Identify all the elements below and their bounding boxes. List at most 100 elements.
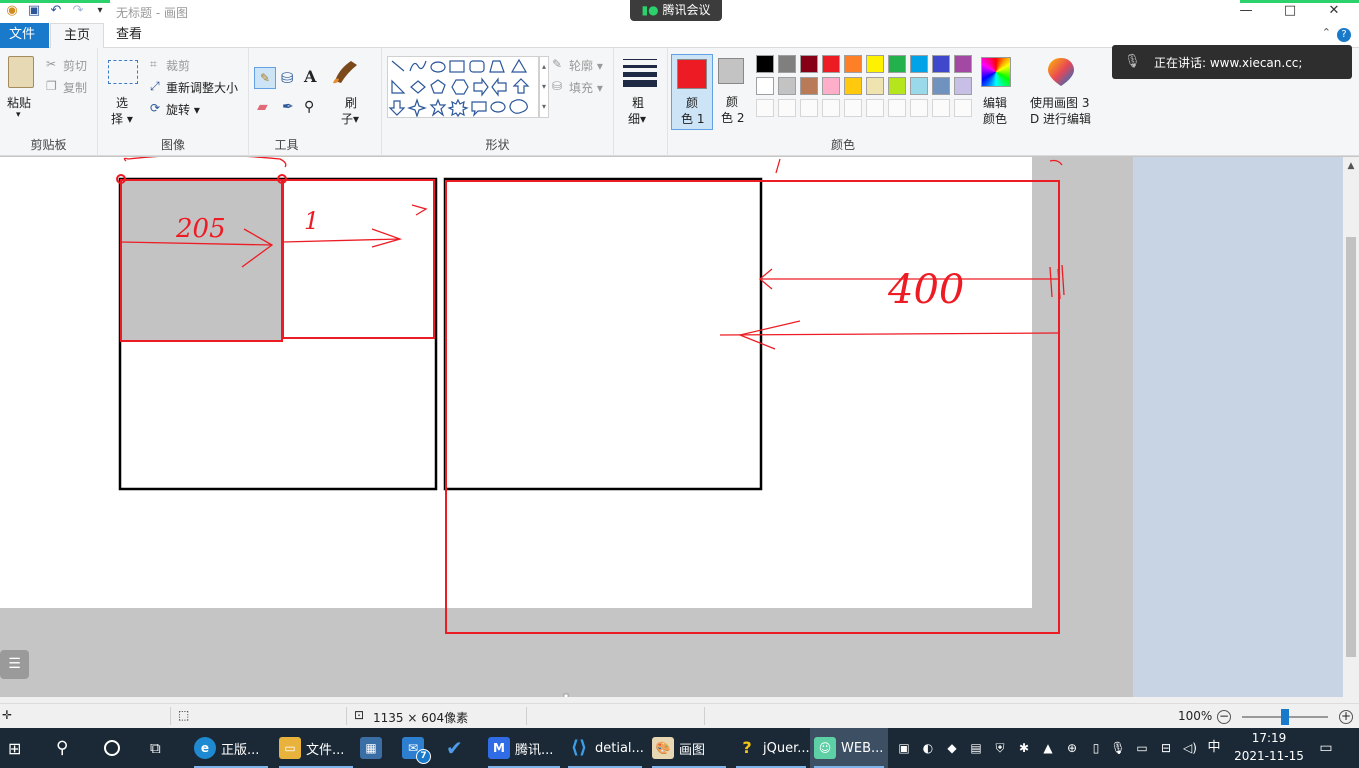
palette-custom-slot[interactable] xyxy=(910,99,928,117)
palette-custom-slot[interactable] xyxy=(866,99,884,117)
color2-label[interactable]: 颜 xyxy=(726,93,738,110)
palette-custom-slot[interactable] xyxy=(778,99,796,117)
edit-colors-icon[interactable] xyxy=(981,57,1011,87)
brushes-button[interactable]: 刷 xyxy=(345,94,357,111)
scroll-thumb[interactable] xyxy=(1346,237,1356,657)
palette-custom-slot[interactable] xyxy=(932,99,950,117)
tray-icon-6[interactable]: ✱ xyxy=(1016,740,1032,756)
palette-swatch[interactable] xyxy=(822,77,840,95)
close-button[interactable]: ✕ xyxy=(1311,0,1357,23)
tray-icon-4[interactable]: ▤ xyxy=(968,740,984,756)
taskbar-app-store[interactable]: ▦ xyxy=(360,728,382,768)
task-view-button[interactable]: ⧉ xyxy=(150,728,161,768)
color1-button[interactable]: 颜 色 1 xyxy=(671,54,713,130)
paste-icon[interactable] xyxy=(8,56,34,88)
tab-file[interactable]: 文件 xyxy=(0,23,49,48)
notification-icon[interactable]: ▭ xyxy=(1318,740,1334,756)
help-icon[interactable]: ? xyxy=(1337,28,1351,42)
minimize-button[interactable]: — xyxy=(1223,0,1269,23)
paint3d-icon[interactable] xyxy=(1046,56,1076,88)
select-button[interactable]: 选 xyxy=(116,94,128,111)
scroll-up-icon[interactable]: ▲ xyxy=(1343,161,1359,171)
zoom-out-button[interactable]: − xyxy=(1217,710,1231,724)
vertical-scrollbar[interactable]: ▲ xyxy=(1343,157,1359,697)
edit-colors-button[interactable]: 编辑 xyxy=(983,94,1007,111)
fill-button[interactable]: 填充 ▾ xyxy=(569,79,603,96)
outline-button[interactable]: 轮廓 ▾ xyxy=(569,57,603,74)
palette-custom-slot[interactable] xyxy=(822,99,840,117)
tray-icon-8[interactable]: ⊕ xyxy=(1064,740,1080,756)
eraser-icon[interactable]: ▰ xyxy=(257,99,268,115)
color2-swatch[interactable] xyxy=(718,58,744,84)
palette-swatch[interactable] xyxy=(866,77,884,95)
size-button-line2[interactable]: 细▾ xyxy=(628,110,646,127)
palette-swatch[interactable] xyxy=(932,55,950,73)
clock-time[interactable]: 17:19 xyxy=(1234,731,1304,745)
rotate-button[interactable]: 旋转 ▾ xyxy=(166,101,200,118)
palette-swatch[interactable] xyxy=(844,77,862,95)
customize-qat-icon[interactable]: ▾ xyxy=(92,3,108,19)
taskbar-app-vscode[interactable]: ⟨⟩ detial... xyxy=(564,728,646,768)
taskbar-app-tencent-meeting[interactable]: M 腾讯... xyxy=(484,728,564,768)
taskbar-app-mail[interactable]: ✉ 7 xyxy=(402,728,431,768)
paint3d-button-line2[interactable]: D 进行编辑 xyxy=(1030,110,1091,127)
taskbar-app-todo[interactable]: ✔ xyxy=(446,728,463,768)
palette-custom-slot[interactable] xyxy=(844,99,862,117)
palette-swatch[interactable] xyxy=(800,77,818,95)
palette-swatch[interactable] xyxy=(844,55,862,73)
collapse-ribbon-icon[interactable]: ⌃ xyxy=(1322,26,1331,39)
battery-icon[interactable]: ▭ xyxy=(1134,740,1150,756)
palette-custom-slot[interactable] xyxy=(954,99,972,117)
select-button-line2[interactable]: 择 ▾ xyxy=(111,110,133,127)
paint3d-button[interactable]: 使用画图 3 xyxy=(1030,94,1089,111)
taskbar-app-paint[interactable]: 🎨 画图 xyxy=(648,728,730,768)
network-icon[interactable]: ⊟ xyxy=(1158,740,1174,756)
magnifier-icon[interactable]: ⚲ xyxy=(304,99,314,115)
palette-swatch[interactable] xyxy=(756,55,774,73)
palette-custom-slot[interactable] xyxy=(756,99,774,117)
clock-date[interactable]: 2021-11-15 xyxy=(1226,749,1312,763)
palette-swatch[interactable] xyxy=(954,77,972,95)
palette-swatch[interactable] xyxy=(822,55,840,73)
color-picker-icon[interactable]: ✒ xyxy=(282,99,294,115)
tray-icon-1[interactable]: ▣ xyxy=(896,740,912,756)
palette-swatch[interactable] xyxy=(778,77,796,95)
palette-swatch[interactable] xyxy=(888,55,906,73)
search-button[interactable]: ⚲ xyxy=(56,728,68,768)
palette-swatch[interactable] xyxy=(800,55,818,73)
tray-icon-7[interactable]: ▲ xyxy=(1040,740,1056,756)
fill-bucket-icon[interactable]: ⛁ xyxy=(281,69,294,87)
palette-swatch[interactable] xyxy=(910,77,928,95)
list-menu-icon[interactable]: ☰ xyxy=(0,650,29,679)
shapes-gallery[interactable] xyxy=(387,56,539,118)
cortana-button[interactable] xyxy=(104,728,120,768)
tab-view[interactable]: 查看 xyxy=(103,23,155,48)
shield-icon[interactable]: ⛨ xyxy=(992,740,1008,756)
edit-colors-button-line2[interactable]: 颜色 xyxy=(983,110,1007,127)
usb-icon[interactable]: ▯ xyxy=(1088,740,1104,756)
resize-button[interactable]: 重新调整大小 xyxy=(166,79,238,96)
zoom-in-button[interactable]: + xyxy=(1339,710,1353,724)
palette-swatch[interactable] xyxy=(910,55,928,73)
color2-label-2[interactable]: 色 2 xyxy=(721,109,744,126)
tray-icon-2[interactable]: ◐ xyxy=(920,740,936,756)
tray-icon-3[interactable]: ◆ xyxy=(944,740,960,756)
palette-swatch[interactable] xyxy=(954,55,972,73)
taskbar-app-web[interactable]: ☺ WEB... xyxy=(810,728,888,768)
palette-swatch[interactable] xyxy=(866,55,884,73)
palette-custom-slot[interactable] xyxy=(888,99,906,117)
palette-swatch[interactable] xyxy=(756,77,774,95)
maximize-button[interactable]: □ xyxy=(1267,0,1313,23)
paste-button[interactable]: 粘贴 xyxy=(7,94,31,111)
copy-button[interactable]: 复制 xyxy=(63,79,87,96)
taskbar-app-edge[interactable]: e 正版... xyxy=(190,728,272,768)
palette-swatch[interactable] xyxy=(778,55,796,73)
shapes-scroll[interactable]: ▴ ▾ ▾ xyxy=(539,56,549,118)
meeting-indicator[interactable]: ▮● 腾讯会议 xyxy=(630,0,722,21)
canvas-area[interactable]: 205 1 400 ☰ xyxy=(0,157,1133,697)
brush-icon[interactable] xyxy=(329,53,363,87)
taskbar-app-explorer[interactable]: ▭ 文件... xyxy=(275,728,357,768)
palette-swatch[interactable] xyxy=(932,77,950,95)
palette-swatch[interactable] xyxy=(888,77,906,95)
start-button[interactable]: ⊞ xyxy=(8,728,21,768)
